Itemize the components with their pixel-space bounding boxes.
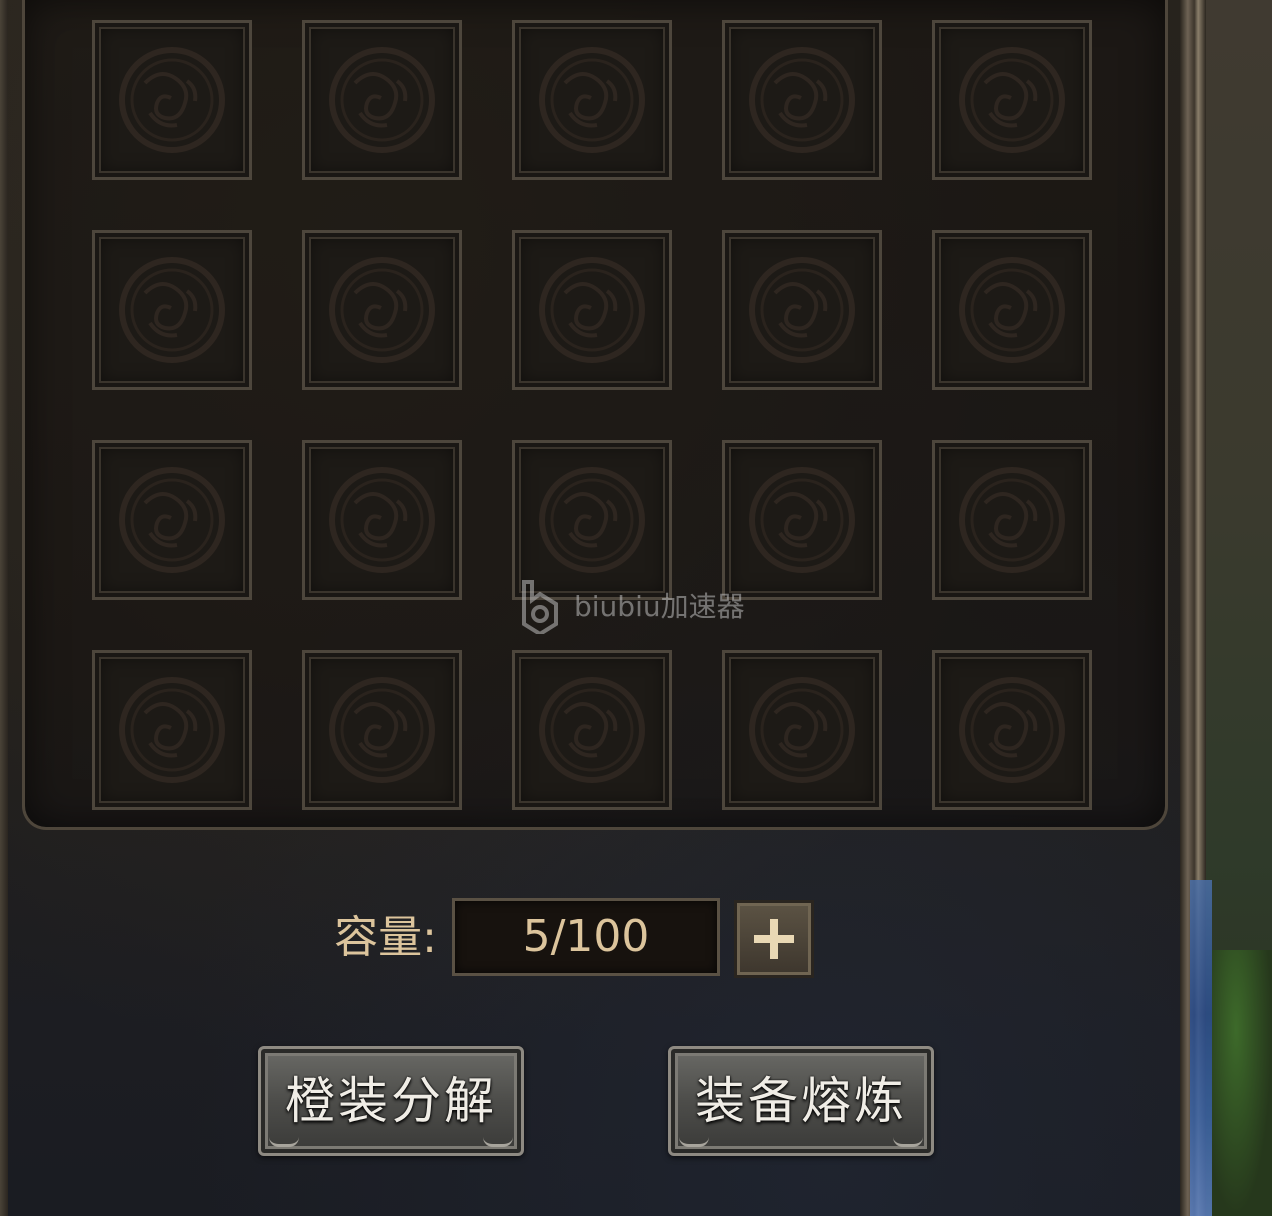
inventory-slot[interactable]: [512, 440, 672, 600]
dragon-emblem-icon: [329, 677, 435, 783]
inventory-slot[interactable]: [512, 20, 672, 180]
inventory-slot[interactable]: [92, 650, 252, 810]
button-ornament: [483, 1130, 513, 1147]
watermark: biubiu加速器: [520, 580, 760, 634]
dragon-emblem-icon: [539, 467, 645, 573]
dragon-emblem-icon: [959, 47, 1065, 153]
inventory-slot[interactable]: [722, 230, 882, 390]
dragon-emblem-icon: [959, 467, 1065, 573]
inventory-slot[interactable]: [932, 440, 1092, 600]
dragon-emblem-icon: [119, 47, 225, 153]
decompose-button-label: 橙装分解: [285, 1072, 497, 1130]
inventory-slot[interactable]: [302, 650, 462, 810]
game-world-grass: [1212, 950, 1272, 1216]
expand-capacity-button[interactable]: [734, 900, 814, 978]
orange-gear-decompose-button[interactable]: 橙装分解: [258, 1046, 524, 1156]
inventory-slot[interactable]: [92, 20, 252, 180]
inventory-slot[interactable]: [722, 440, 882, 600]
dragon-emblem-icon: [959, 257, 1065, 363]
button-ornament: [679, 1130, 709, 1147]
dragon-emblem-icon: [119, 467, 225, 573]
dragon-emblem-icon: [329, 47, 435, 153]
panel-left-border: [0, 0, 8, 1216]
inventory-slot[interactable]: [92, 230, 252, 390]
inventory-slot[interactable]: [932, 230, 1092, 390]
inventory-slot[interactable]: [512, 230, 672, 390]
dragon-emblem-icon: [329, 467, 435, 573]
dragon-emblem-icon: [119, 257, 225, 363]
inventory-slot[interactable]: [302, 20, 462, 180]
inventory-slot[interactable]: [302, 230, 462, 390]
inventory-slot[interactable]: [722, 20, 882, 180]
dragon-emblem-icon: [119, 677, 225, 783]
button-ornament: [269, 1130, 299, 1147]
equipment-smelt-button[interactable]: 装备熔炼: [668, 1046, 934, 1156]
dragon-emblem-icon: [329, 257, 435, 363]
dragon-emblem-icon: [749, 257, 855, 363]
inventory-slot[interactable]: [512, 650, 672, 810]
inventory-slot[interactable]: [722, 650, 882, 810]
dragon-emblem-icon: [539, 257, 645, 363]
capacity-value: 5/100: [452, 898, 720, 976]
game-world-water: [1190, 880, 1212, 1216]
inventory-slot[interactable]: [302, 440, 462, 600]
inventory-slot[interactable]: [92, 440, 252, 600]
inventory-slot[interactable]: [932, 650, 1092, 810]
dragon-emblem-icon: [749, 467, 855, 573]
biubiu-logo-icon: [522, 580, 558, 634]
dragon-emblem-icon: [539, 47, 645, 153]
dragon-emblem-icon: [749, 677, 855, 783]
dragon-emblem-icon: [539, 677, 645, 783]
dragon-emblem-icon: [749, 47, 855, 153]
dragon-emblem-icon: [959, 677, 1065, 783]
smelt-button-label: 装备熔炼: [695, 1072, 907, 1130]
button-ornament: [893, 1130, 923, 1147]
capacity-label: 容量:: [334, 912, 437, 963]
watermark-text: biubiu加速器: [574, 590, 745, 623]
inventory-slot[interactable]: [932, 20, 1092, 180]
plus-icon: [754, 919, 794, 959]
